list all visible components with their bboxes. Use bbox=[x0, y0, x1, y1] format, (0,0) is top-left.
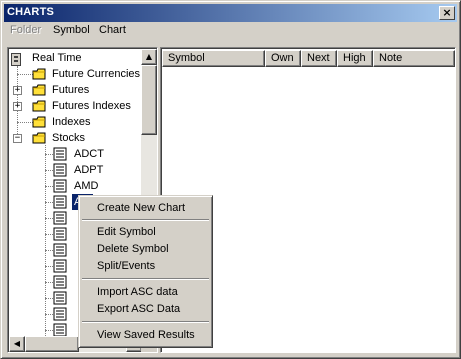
open-folder-icon bbox=[32, 132, 46, 144]
menu-export-asc-data[interactable]: Export ASC Data bbox=[81, 301, 210, 318]
tree-item-stock[interactable]: AMD bbox=[8, 178, 142, 194]
column-header-symbol[interactable]: Symbol bbox=[162, 50, 265, 67]
tree-item-indexes[interactable]: Indexes bbox=[8, 114, 142, 130]
tree-scroll-thumb[interactable] bbox=[141, 65, 157, 135]
tree-root[interactable]: Real Time bbox=[8, 50, 142, 66]
symbol-icon bbox=[53, 163, 67, 177]
tree-item-stock[interactable]: ADCT bbox=[8, 146, 142, 162]
column-header-note[interactable]: Note bbox=[373, 50, 455, 67]
menu-import-asc-data[interactable]: Import ASC data bbox=[81, 284, 210, 301]
scroll-up-arrow-icon[interactable]: ▲ bbox=[141, 49, 157, 65]
symbol-icon bbox=[53, 323, 67, 337]
menu-split-events[interactable]: Split/Events bbox=[81, 258, 210, 275]
tree-item-futures[interactable]: + Futures bbox=[8, 82, 142, 98]
window-title: CHARTS bbox=[7, 6, 55, 18]
column-header-next[interactable]: Next bbox=[301, 50, 337, 67]
close-button[interactable]: × bbox=[439, 6, 455, 20]
expand-icon[interactable]: + bbox=[13, 86, 22, 95]
menu-separator bbox=[82, 219, 209, 221]
title-bar[interactable]: CHARTS × bbox=[4, 4, 457, 22]
close-icon: × bbox=[442, 6, 452, 19]
tree-item-stock[interactable]: ADPT bbox=[8, 162, 142, 178]
tree-item-stocks[interactable]: − Stocks bbox=[8, 130, 142, 146]
menu-delete-symbol[interactable]: Delete Symbol bbox=[81, 241, 210, 258]
tree-item-label: AMD bbox=[74, 180, 99, 192]
folder-icon bbox=[32, 116, 46, 128]
folder-icon bbox=[32, 84, 46, 96]
collapse-icon[interactable]: − bbox=[13, 134, 22, 143]
menu-bar: Folder Symbol Chart bbox=[4, 22, 457, 40]
charts-window: CHARTS × Folder Symbol Chart Real Time F… bbox=[0, 0, 461, 359]
tree-item-futures-indexes[interactable]: + Futures Indexes bbox=[8, 98, 142, 114]
menu-symbol[interactable]: Symbol bbox=[53, 24, 90, 36]
symbol-icon bbox=[53, 243, 67, 257]
symbol-icon bbox=[53, 275, 67, 289]
tree-item-label: Futures Indexes bbox=[52, 100, 131, 112]
expand-icon[interactable]: + bbox=[13, 102, 22, 111]
symbol-icon bbox=[53, 227, 67, 241]
menu-chart[interactable]: Chart bbox=[99, 24, 126, 36]
tree-item-label: ADCT bbox=[74, 148, 104, 160]
tree-item-future-currencies[interactable]: Future Currencies bbox=[8, 66, 142, 82]
menu-separator bbox=[82, 321, 209, 323]
scroll-left-arrow-icon[interactable]: ◀ bbox=[9, 336, 25, 352]
tree-root-label: Real Time bbox=[32, 52, 82, 64]
tree-item-label: Indexes bbox=[52, 116, 91, 128]
symbol-icon bbox=[53, 307, 67, 321]
menu-create-new-chart[interactable]: Create New Chart bbox=[81, 200, 210, 217]
folder-icon bbox=[32, 68, 46, 80]
tree-item-label: Futures bbox=[52, 84, 90, 96]
column-header-high[interactable]: High bbox=[337, 50, 373, 67]
menu-edit-symbol[interactable]: Edit Symbol bbox=[81, 224, 210, 241]
symbol-icon bbox=[53, 291, 67, 305]
menu-folder[interactable]: Folder bbox=[10, 24, 41, 36]
tree-item-label: Stocks bbox=[52, 132, 86, 144]
menu-view-saved-results[interactable]: View Saved Results bbox=[81, 327, 210, 344]
tree-item-label: ADPT bbox=[74, 164, 104, 176]
symbol-icon bbox=[53, 259, 67, 273]
menu-separator bbox=[82, 278, 209, 280]
tree-hscroll-thumb[interactable] bbox=[25, 336, 79, 352]
folder-icon bbox=[32, 100, 46, 112]
symbol-icon bbox=[53, 211, 67, 225]
tree-item-label: Future Currencies bbox=[52, 68, 141, 80]
context-menu: Create New Chart Edit Symbol Delete Symb… bbox=[78, 195, 213, 348]
symbol-icon bbox=[53, 179, 67, 193]
symbol-icon bbox=[53, 147, 67, 161]
realtime-icon bbox=[11, 53, 21, 66]
column-header-own[interactable]: Own bbox=[265, 50, 301, 67]
symbol-icon bbox=[53, 195, 67, 209]
